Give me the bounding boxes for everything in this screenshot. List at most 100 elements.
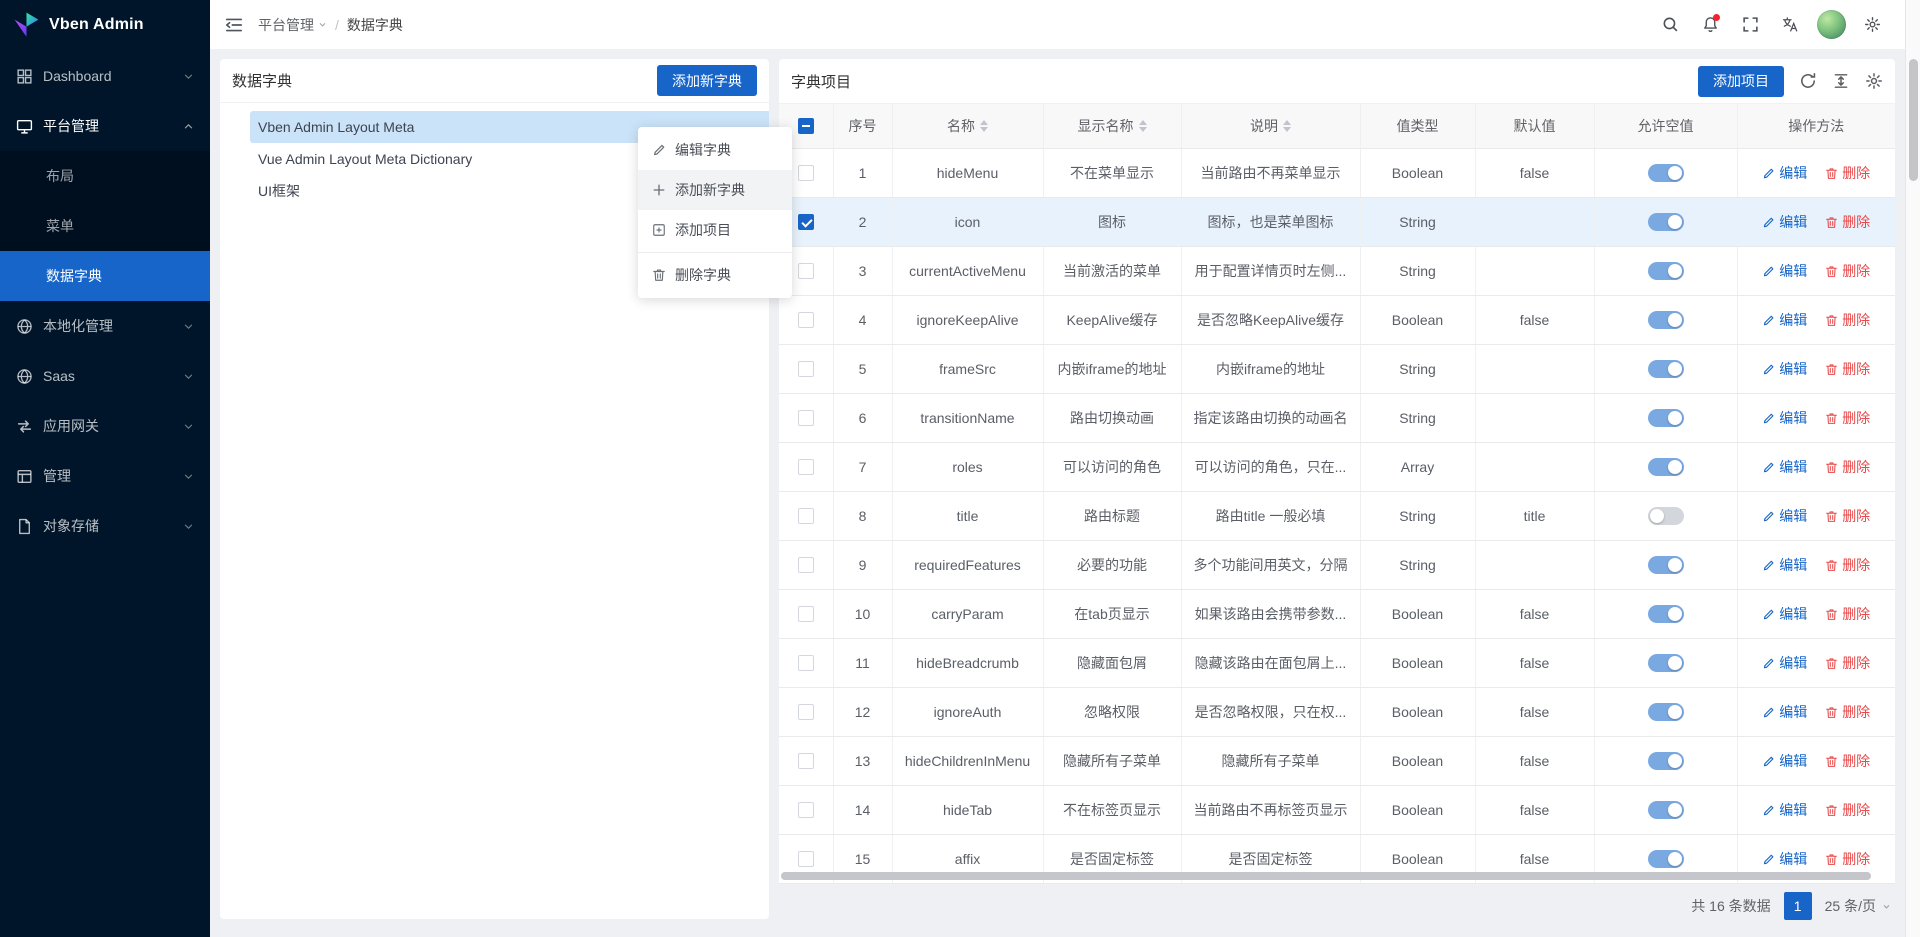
context-menu-item-1[interactable]: 添加新字典 <box>638 170 792 210</box>
add-item-button[interactable]: 添加项目 <box>1698 66 1784 97</box>
delete-button[interactable]: 删除 <box>1825 212 1870 232</box>
sidebar-item-4[interactable]: 应用网关 <box>0 401 210 451</box>
sidebar-subitem-2[interactable]: 数据字典 <box>0 251 210 301</box>
delete-button[interactable]: 删除 <box>1825 751 1870 771</box>
menu-fold-icon[interactable] <box>224 15 244 35</box>
row-checkbox[interactable] <box>798 312 814 328</box>
delete-button[interactable]: 删除 <box>1825 702 1870 722</box>
edit-button[interactable]: 编辑 <box>1762 849 1807 869</box>
row-checkbox[interactable] <box>798 655 814 671</box>
allow-null-toggle[interactable] <box>1648 556 1684 574</box>
row-checkbox[interactable] <box>798 214 814 230</box>
allow-null-toggle[interactable] <box>1648 164 1684 182</box>
allow-null-toggle[interactable] <box>1648 654 1684 672</box>
edit-button[interactable]: 编辑 <box>1762 604 1807 624</box>
edit-pen-icon <box>1762 412 1775 425</box>
row-checkbox[interactable] <box>798 263 814 279</box>
edit-button[interactable]: 编辑 <box>1762 212 1807 232</box>
delete-button[interactable]: 删除 <box>1825 849 1870 869</box>
delete-button[interactable]: 删除 <box>1825 359 1870 379</box>
sidebar-item-2[interactable]: 本地化管理 <box>0 301 210 351</box>
sidebar-subitem-1[interactable]: 菜单 <box>0 201 210 251</box>
sidebar-item-6[interactable]: 对象存储 <box>0 501 210 551</box>
refresh-icon[interactable] <box>1799 72 1817 90</box>
sort-icon[interactable] <box>980 120 988 132</box>
row-checkbox[interactable] <box>798 557 814 573</box>
edit-button[interactable]: 编辑 <box>1762 359 1807 379</box>
allow-null-toggle[interactable] <box>1648 458 1684 476</box>
allow-null-toggle[interactable] <box>1648 605 1684 623</box>
sidebar-subitem-0[interactable]: 布局 <box>0 151 210 201</box>
edit-button[interactable]: 编辑 <box>1762 751 1807 771</box>
settings-gear-icon[interactable] <box>1854 6 1891 43</box>
row-checkbox[interactable] <box>798 508 814 524</box>
delete-button[interactable]: 删除 <box>1825 310 1870 330</box>
app-logo[interactable]: Vben Admin <box>0 0 210 49</box>
sidebar-item-0[interactable]: Dashboard <box>0 51 210 101</box>
delete-button[interactable]: 删除 <box>1825 506 1870 526</box>
cell-actions: 编辑 删除 <box>1737 149 1895 198</box>
settings-gear-icon[interactable] <box>1865 72 1883 90</box>
context-menu-item-0[interactable]: 编辑字典 <box>638 130 792 170</box>
row-checkbox[interactable] <box>798 361 814 377</box>
allow-null-toggle[interactable] <box>1648 311 1684 329</box>
sort-icon[interactable] <box>1139 120 1147 132</box>
bell-icon[interactable] <box>1692 6 1729 43</box>
context-menu-item-2[interactable]: 添加项目 <box>638 210 792 250</box>
sort-icon[interactable] <box>1283 120 1291 132</box>
row-checkbox[interactable] <box>798 165 814 181</box>
allow-null-toggle[interactable] <box>1648 360 1684 378</box>
delete-button[interactable]: 删除 <box>1825 163 1870 183</box>
allow-null-toggle[interactable] <box>1648 850 1684 868</box>
allow-null-toggle[interactable] <box>1648 262 1684 280</box>
delete-button[interactable]: 删除 <box>1825 653 1870 673</box>
row-checkbox[interactable] <box>798 606 814 622</box>
delete-button[interactable]: 删除 <box>1825 408 1870 428</box>
edit-button[interactable]: 编辑 <box>1762 506 1807 526</box>
edit-button[interactable]: 编辑 <box>1762 408 1807 428</box>
select-all-checkbox[interactable] <box>798 118 814 134</box>
sidebar-item-1[interactable]: 平台管理 <box>0 101 210 151</box>
page-size-select[interactable]: 25 条/页 <box>1825 896 1891 916</box>
add-dictionary-button[interactable]: 添加新字典 <box>657 65 757 96</box>
row-checkbox[interactable] <box>798 753 814 769</box>
edit-button[interactable]: 编辑 <box>1762 702 1807 722</box>
vertical-scrollbar[interactable] <box>1905 0 1920 937</box>
edit-button[interactable]: 编辑 <box>1762 261 1807 281</box>
row-checkbox[interactable] <box>798 802 814 818</box>
allow-null-toggle[interactable] <box>1648 409 1684 427</box>
h-scrollbar-thumb[interactable] <box>781 872 1871 880</box>
sidebar-item-5[interactable]: 管理 <box>0 451 210 501</box>
fullscreen-icon[interactable] <box>1732 6 1769 43</box>
context-menu-item-3[interactable]: 删除字典 <box>638 255 792 295</box>
delete-button[interactable]: 删除 <box>1825 604 1870 624</box>
row-checkbox[interactable] <box>798 851 814 867</box>
edit-button[interactable]: 编辑 <box>1762 163 1807 183</box>
row-height-icon[interactable] <box>1832 72 1850 90</box>
edit-button[interactable]: 编辑 <box>1762 653 1807 673</box>
delete-button[interactable]: 删除 <box>1825 457 1870 477</box>
search-icon[interactable] <box>1652 6 1689 43</box>
page-number[interactable]: 1 <box>1784 892 1812 920</box>
edit-button[interactable]: 编辑 <box>1762 457 1807 477</box>
breadcrumb-item-platform[interactable]: 平台管理 <box>258 15 327 35</box>
delete-button[interactable]: 删除 <box>1825 800 1870 820</box>
row-checkbox[interactable] <box>798 459 814 475</box>
edit-button[interactable]: 编辑 <box>1762 800 1807 820</box>
edit-button[interactable]: 编辑 <box>1762 555 1807 575</box>
row-checkbox[interactable] <box>798 704 814 720</box>
row-checkbox[interactable] <box>798 410 814 426</box>
v-scrollbar-thumb[interactable] <box>1909 59 1918 181</box>
horizontal-scrollbar[interactable] <box>781 871 1893 881</box>
sidebar-item-3[interactable]: Saas <box>0 351 210 401</box>
edit-button[interactable]: 编辑 <box>1762 310 1807 330</box>
allow-null-toggle[interactable] <box>1648 703 1684 721</box>
delete-button[interactable]: 删除 <box>1825 555 1870 575</box>
delete-button[interactable]: 删除 <box>1825 261 1870 281</box>
translate-icon[interactable] <box>1772 6 1809 43</box>
user-avatar[interactable] <box>1817 10 1846 39</box>
allow-null-toggle[interactable] <box>1648 507 1684 525</box>
allow-null-toggle[interactable] <box>1648 752 1684 770</box>
allow-null-toggle[interactable] <box>1648 801 1684 819</box>
allow-null-toggle[interactable] <box>1648 213 1684 231</box>
